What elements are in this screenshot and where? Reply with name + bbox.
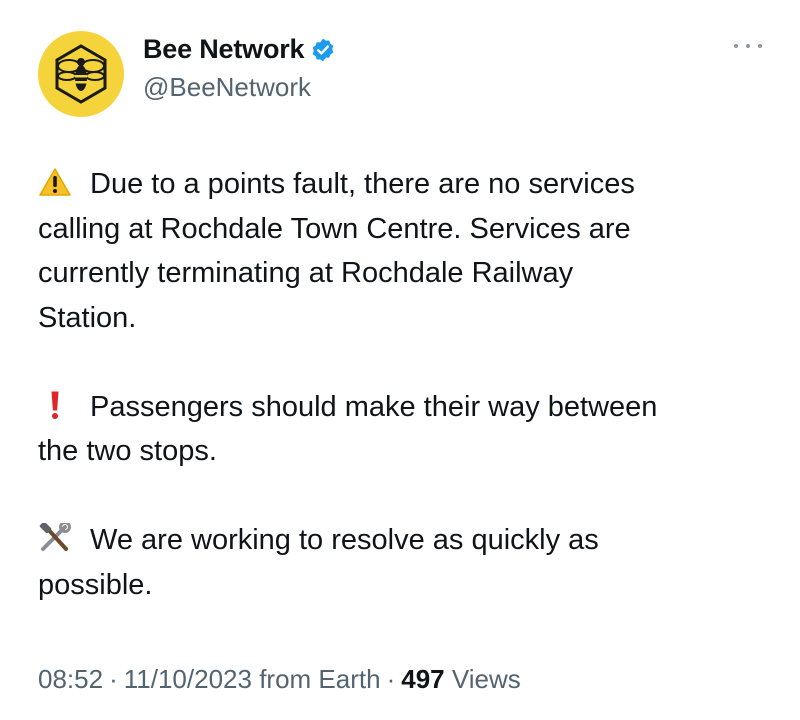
tweet-time: 08:52 [38, 664, 104, 694]
separator: · [109, 664, 118, 694]
tweet-line: calling at Rochdale Town Centre. Service… [38, 212, 631, 245]
tweet-paragraph: Passengers should make their way between… [38, 385, 768, 474]
views-link[interactable]: 497 Views [401, 664, 521, 694]
warning-icon [39, 168, 71, 196]
tweet-line: the two stops. [38, 435, 217, 467]
avatar[interactable] [38, 31, 124, 117]
more-options-icon [734, 44, 738, 48]
hammer-and-wrench-icon [39, 523, 71, 551]
tweet-line: Passengers should make their way between [90, 390, 658, 423]
tweet-text: Due to a points fault, there are no serv… [38, 162, 768, 607]
tweet-line: currently terminating at Rochdale Railwa… [38, 257, 574, 289]
tweet-line: Due to a points fault, there are no serv… [90, 168, 635, 200]
tweet-line: We are working to resolve as quickly as [90, 524, 599, 556]
more-options-button[interactable] [734, 38, 762, 54]
tweet-timestamp[interactable]: 08:52 · 11/10/2023 [38, 664, 252, 694]
tweet-line: Station. [38, 301, 137, 334]
author-display-name[interactable]: Bee Network [143, 34, 305, 65]
exclamation-icon [51, 391, 59, 419]
separator: · [386, 664, 396, 694]
tweet-metadata: 08:52 · 11/10/2023 from Earth · 497 Views [38, 664, 521, 695]
views-count: 497 [401, 664, 445, 694]
tweet-line: possible. [38, 568, 153, 601]
tweet-card: Bee Network @BeeNetwork Due to a points … [0, 0, 800, 720]
tweet-paragraph: We are working to resolve as quickly as … [38, 518, 768, 607]
tweet-date: 11/10/2023 [123, 664, 252, 694]
author-name-row: Bee Network [143, 34, 336, 65]
views-label: Views [451, 664, 521, 694]
tweet-paragraph: Due to a points fault, there are no serv… [38, 162, 768, 340]
verified-badge-icon [313, 38, 334, 61]
tweet-source: from Earth [259, 664, 381, 694]
bee-logo-icon [55, 44, 107, 104]
author-handle[interactable]: @BeeNetwork [143, 72, 311, 103]
